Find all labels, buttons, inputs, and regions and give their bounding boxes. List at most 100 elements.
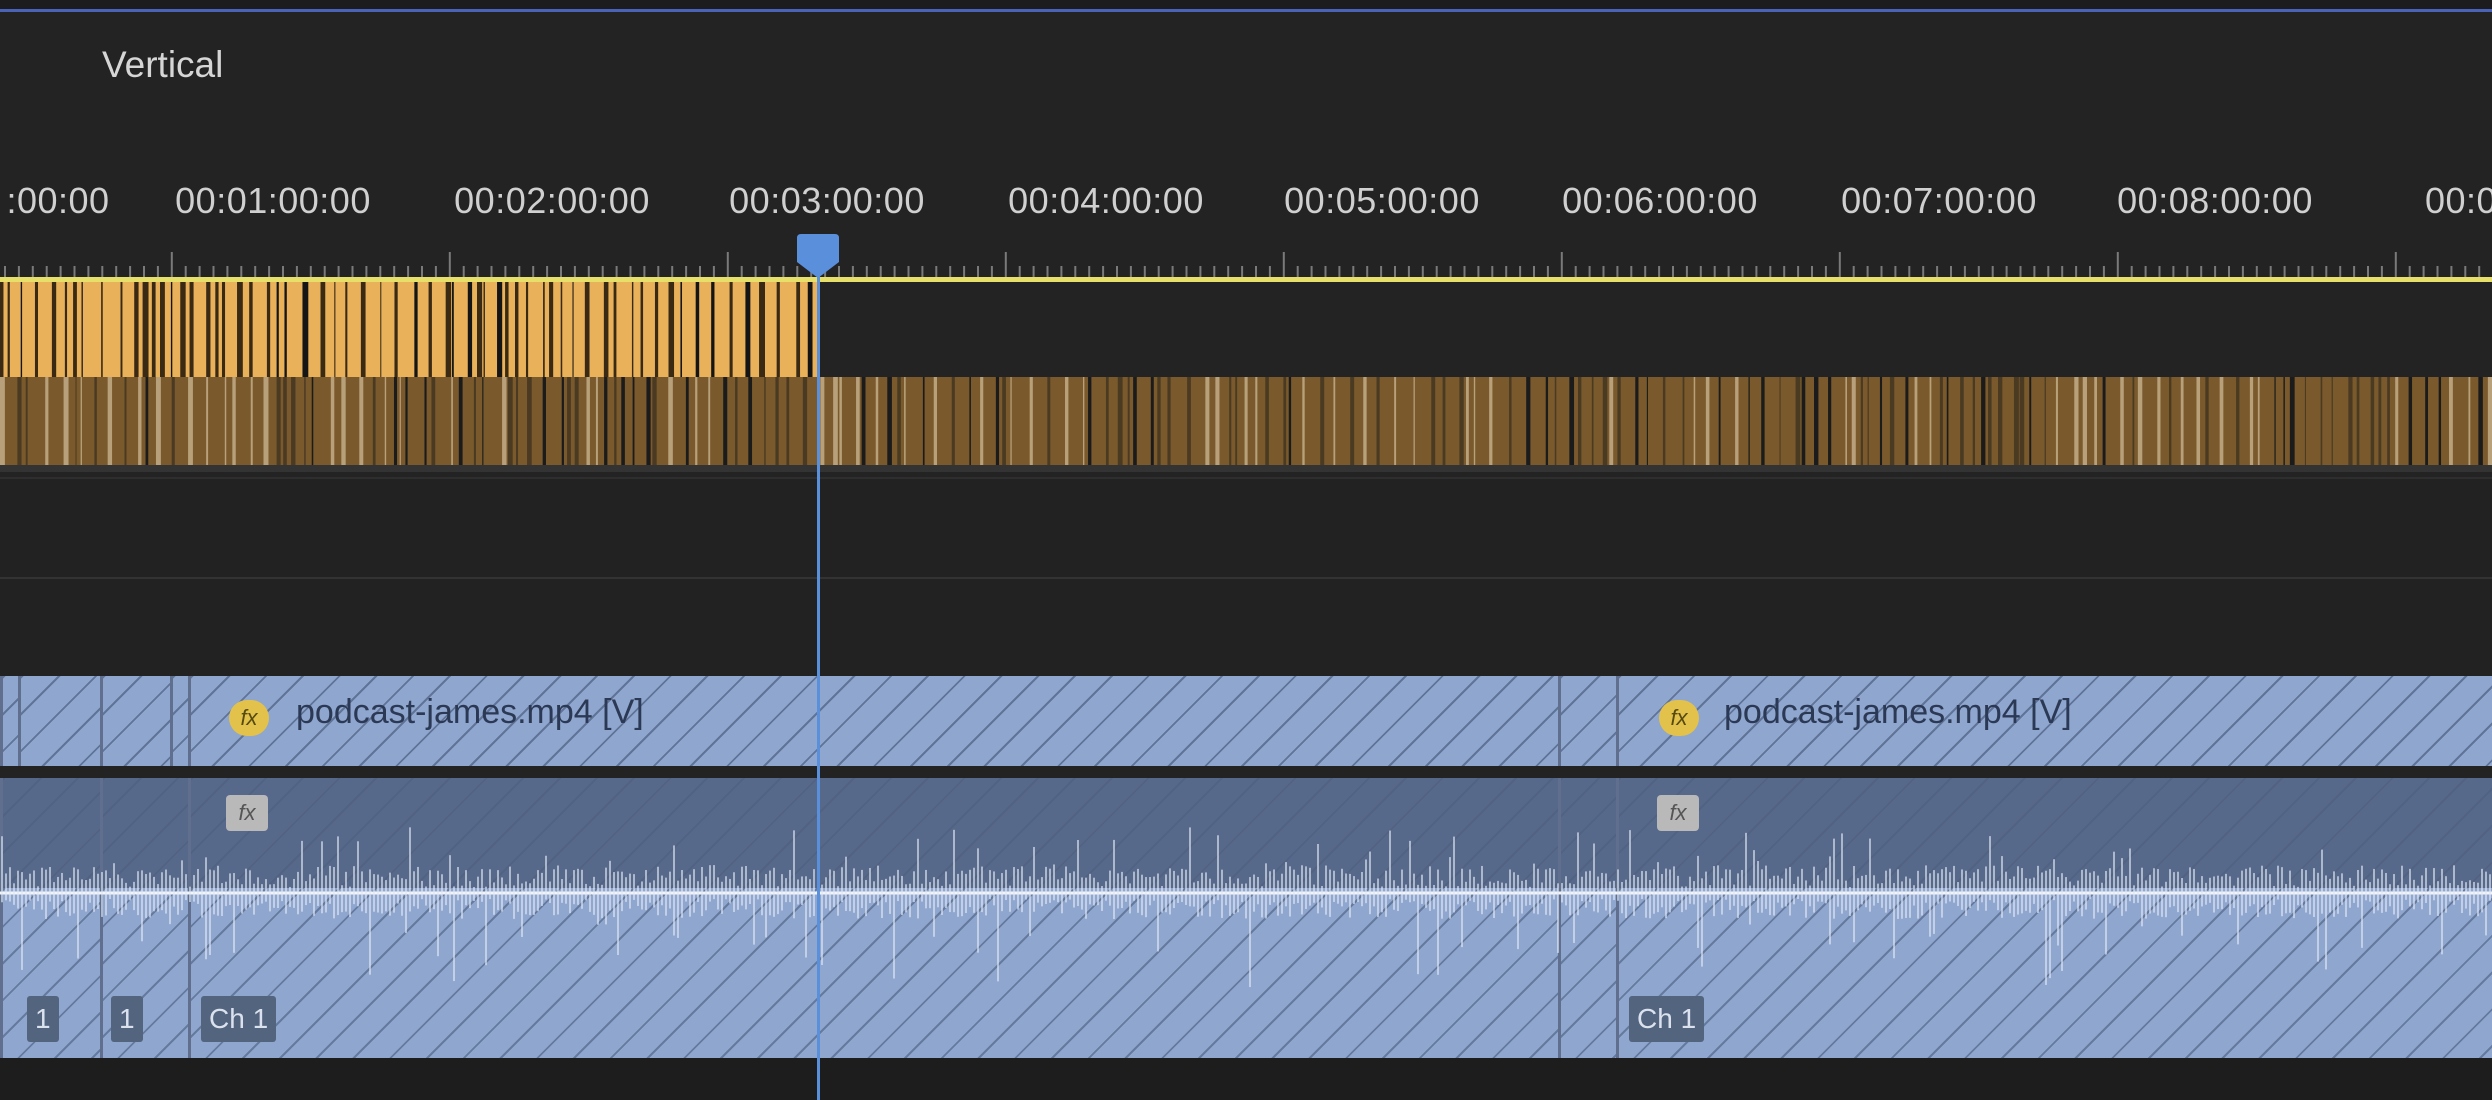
render-stripe bbox=[151, 282, 156, 377]
render-bar-rendered bbox=[0, 282, 820, 377]
video-clip-fragment[interactable] bbox=[0, 676, 18, 766]
ruler-timecode: 00:09 bbox=[2425, 180, 2492, 221]
render-stripe bbox=[424, 377, 427, 472]
render-stripe bbox=[1693, 377, 1696, 472]
video-clip[interactable]: fx podcast-james.mp4 [V] bbox=[188, 676, 1558, 766]
render-stripe bbox=[2196, 377, 2201, 472]
sequence-tab-label[interactable]: Vertical bbox=[102, 44, 223, 86]
render-stripe bbox=[1801, 377, 1806, 472]
ruler-timecode: 00:03:00:00 bbox=[729, 180, 925, 221]
render-stripe bbox=[155, 377, 161, 472]
render-stripe bbox=[1905, 377, 1909, 472]
render-stripe bbox=[1150, 377, 1154, 472]
render-stripe bbox=[237, 282, 243, 377]
render-stripe bbox=[145, 377, 149, 472]
render-stripe bbox=[542, 377, 546, 472]
render-stripe bbox=[745, 282, 751, 377]
render-stripe bbox=[215, 282, 219, 377]
video-clip-fragment[interactable] bbox=[1558, 676, 1616, 766]
render-stripe bbox=[224, 377, 227, 472]
render-stripe bbox=[1646, 377, 1648, 472]
render-stripe bbox=[561, 377, 564, 472]
render-stripe bbox=[2094, 377, 2097, 472]
render-stripe bbox=[2249, 377, 2254, 472]
render-stripe bbox=[482, 377, 484, 472]
render-stripe bbox=[1465, 377, 1469, 472]
render-stripe bbox=[668, 377, 673, 472]
render-stripe bbox=[17, 377, 22, 472]
render-stripe bbox=[729, 282, 733, 377]
render-stripe bbox=[685, 377, 689, 472]
render-stripe bbox=[276, 377, 281, 472]
render-stripe bbox=[80, 377, 82, 472]
ruler-timecode: 00:02:00:00 bbox=[454, 180, 650, 221]
render-stripe bbox=[1718, 377, 1721, 472]
render-stripe bbox=[2283, 377, 2285, 472]
render-stripe bbox=[0, 377, 5, 472]
fx-icon[interactable]: fx bbox=[229, 700, 269, 736]
render-stripe bbox=[2348, 377, 2353, 472]
panel-top-border bbox=[0, 0, 2492, 12]
render-stripe bbox=[1682, 377, 1685, 472]
ruler-timecode: 00:04:00:00 bbox=[1008, 180, 1204, 221]
render-stripe bbox=[1167, 377, 1171, 472]
render-stripe bbox=[2478, 377, 2483, 472]
render-stripe bbox=[2331, 377, 2333, 472]
render-stripe bbox=[1748, 377, 1750, 472]
video-clip-fragment[interactable] bbox=[170, 676, 188, 766]
render-stripe bbox=[1972, 377, 1975, 472]
video-clip-fragment[interactable] bbox=[100, 676, 170, 766]
render-stripe bbox=[51, 282, 57, 377]
render-stripe bbox=[897, 377, 901, 472]
fx-icon[interactable]: fx bbox=[1659, 700, 1699, 736]
render-stripe bbox=[1828, 377, 1832, 472]
render-stripe bbox=[2074, 377, 2079, 472]
render-stripe bbox=[25, 377, 28, 472]
render-stripe bbox=[786, 377, 790, 472]
render-stripe bbox=[2468, 377, 2471, 472]
render-stripe bbox=[708, 377, 711, 472]
render-stripe bbox=[549, 282, 554, 377]
playhead-line[interactable] bbox=[817, 250, 820, 1100]
render-stripe bbox=[1845, 377, 1847, 472]
ruler-timecode: 00:07:00:00 bbox=[1841, 180, 2037, 221]
render-stripe bbox=[776, 282, 780, 377]
render-stripe bbox=[567, 377, 571, 472]
render-stripe bbox=[527, 377, 532, 472]
playhead-handle[interactable] bbox=[795, 232, 841, 280]
video-clip-fragment[interactable] bbox=[18, 676, 100, 766]
time-ruler[interactable]: :00:00 00:01:00:00 00:02:00:00 00:03:00:… bbox=[0, 180, 2492, 280]
render-stripe bbox=[507, 377, 513, 472]
render-stripe bbox=[502, 377, 507, 472]
render-stripe bbox=[2044, 377, 2046, 472]
video-track-v2[interactable] bbox=[0, 577, 2492, 679]
render-stripe bbox=[922, 377, 925, 472]
render-stripe bbox=[359, 377, 364, 472]
render-stripe bbox=[380, 282, 382, 377]
render-stripe bbox=[188, 377, 193, 472]
render-stripe bbox=[1133, 377, 1137, 472]
render-stripe bbox=[1205, 377, 1210, 472]
render-stripe bbox=[170, 282, 173, 377]
render-stripe bbox=[206, 377, 209, 472]
render-stripe bbox=[1851, 377, 1856, 472]
render-stripe bbox=[1705, 377, 1710, 472]
render-stripe bbox=[525, 282, 529, 377]
render-stripe bbox=[120, 282, 123, 377]
render-stripe bbox=[428, 282, 432, 377]
render-stripe bbox=[1229, 377, 1232, 472]
render-stripe bbox=[646, 377, 651, 472]
render-stripe bbox=[1376, 377, 1380, 472]
render-stripe bbox=[1065, 377, 1069, 472]
render-stripe bbox=[2289, 377, 2295, 472]
video-track-v3[interactable] bbox=[0, 477, 2492, 579]
render-stripe bbox=[2168, 377, 2172, 472]
render-stripe bbox=[1591, 377, 1594, 472]
render-stripe bbox=[1265, 377, 1269, 472]
render-stripe bbox=[1526, 377, 1531, 472]
render-stripe bbox=[2425, 377, 2429, 472]
render-stripe bbox=[695, 282, 700, 377]
render-stripe bbox=[631, 282, 634, 377]
video-clip[interactable]: fx podcast-james.mp4 [V] bbox=[1616, 676, 2492, 766]
render-stripe bbox=[34, 282, 39, 377]
